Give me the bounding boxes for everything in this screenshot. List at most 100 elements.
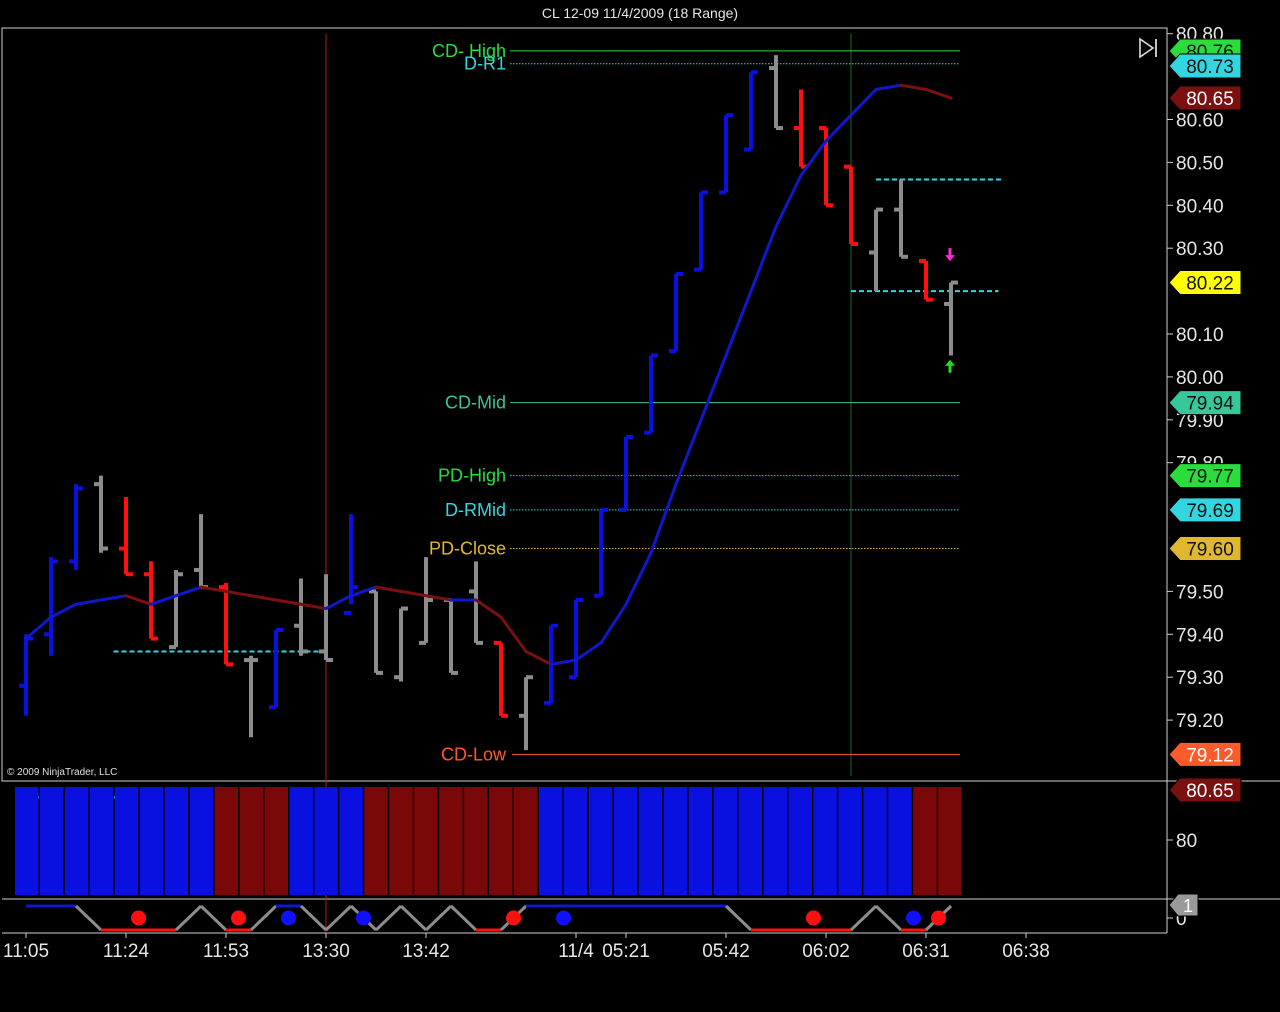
histogram-bar [538, 787, 563, 895]
price-bar[interactable] [44, 557, 58, 656]
price-bar[interactable] [644, 353, 658, 435]
price-bar[interactable] [744, 70, 758, 152]
copyright-text: © 2009 NinjaTrader, LLC [7, 767, 117, 778]
y-tick-label: 80.60 [1176, 111, 1224, 132]
ma-segment [149, 594, 178, 606]
price-tag-text: 79.60 [1186, 540, 1234, 561]
price-bar[interactable] [144, 561, 158, 641]
oscillator-segment [74, 904, 103, 932]
price-tag-text: 79.69 [1186, 501, 1234, 522]
ma-segment [799, 139, 828, 177]
histogram-bar [189, 787, 214, 895]
price-bar[interactable] [194, 514, 208, 590]
ma-segment [299, 602, 328, 611]
y-tick-label: 80.00 [1176, 368, 1224, 389]
price-bar[interactable] [494, 640, 508, 718]
x-tick-label: 11/4 [558, 941, 594, 962]
price-tag-text: 1 [1183, 896, 1193, 916]
play-to-end-icon[interactable] [1136, 36, 1160, 60]
y-tick-label: 80.30 [1176, 239, 1224, 260]
price-bar[interactable] [869, 207, 883, 292]
pivot-levels: CD- HighD-R1CD-MidPD-HighD-RMidPD-CloseC… [429, 41, 960, 764]
signal-dot-icon [231, 910, 246, 926]
x-tick-label: 06:02 [802, 941, 850, 962]
price-bar[interactable] [119, 497, 133, 577]
y-tick-label: 80 [1176, 831, 1197, 852]
x-tick-label: 11:05 [3, 941, 49, 962]
price-bar[interactable] [944, 280, 958, 356]
y-tick-label: 79.20 [1176, 711, 1224, 732]
price-bar[interactable] [444, 597, 458, 675]
price-bar[interactable] [769, 55, 783, 131]
price-tag: 80.22 [1168, 270, 1242, 296]
histogram-bar [114, 787, 139, 895]
x-tick-label: 11:53 [203, 941, 249, 962]
price-bar[interactable] [369, 589, 383, 675]
histogram-bar [15, 787, 39, 895]
histogram-bar [888, 787, 912, 895]
level-price-tag: 79.60 [1168, 536, 1242, 561]
ma-segment [274, 598, 303, 606]
x-tick-label: 13:42 [402, 941, 450, 962]
dashed-levels [26, 178, 1001, 799]
price-bar[interactable] [394, 606, 408, 682]
ma-segment [874, 83, 903, 91]
x-tick-label: 11:24 [103, 941, 150, 962]
price-bar[interactable] [19, 634, 33, 716]
level-label: D-RMid [445, 500, 506, 520]
price-bar[interactable] [294, 578, 308, 656]
y-tick-label: 80.50 [1176, 153, 1224, 174]
x-tick-label: 06:38 [1002, 941, 1050, 962]
ma-segment [249, 594, 278, 602]
price-bar[interactable] [319, 574, 333, 663]
price-bar[interactable] [619, 434, 633, 512]
histogram-bar [913, 787, 937, 895]
histogram-bar [439, 787, 463, 895]
ma-segment [824, 113, 853, 143]
ma-segment [399, 589, 428, 598]
x-tick-label: 05:42 [702, 941, 750, 962]
histogram-panel: 80 80.65 [15, 777, 1242, 895]
price-bar[interactable] [269, 628, 283, 710]
level-price-tag: 79.94 [1168, 390, 1242, 416]
histogram-bar [339, 787, 363, 895]
price-bar[interactable] [594, 507, 608, 598]
histogram-bar [863, 787, 887, 895]
price-bar[interactable] [894, 179, 908, 259]
histogram-bar [588, 787, 613, 895]
level-price-tag: 79.77 [1168, 463, 1242, 489]
signal-dot-icon [931, 910, 946, 926]
price-bar[interactable] [669, 271, 683, 354]
histogram-bar [464, 787, 488, 895]
histogram-bar [389, 787, 413, 895]
ma-segment [849, 87, 878, 117]
price-bar[interactable] [169, 569, 183, 650]
histogram-bar [164, 787, 189, 895]
y-tick-label: 79.40 [1176, 625, 1224, 646]
price-bar[interactable] [719, 113, 733, 195]
ma-segment [374, 585, 403, 593]
price-bar[interactable] [519, 675, 533, 751]
chart-area[interactable]: CD- HighD-R1CD-MidPD-HighD-RMidPD-CloseC… [0, 0, 1280, 1012]
price-tag-text: 80.22 [1186, 274, 1234, 295]
price-bar[interactable] [69, 484, 83, 570]
x-tick-label: 05:21 [602, 941, 650, 962]
signal-dot-icon [556, 910, 571, 926]
oscillator-segment [399, 904, 428, 932]
price-bar[interactable] [94, 475, 108, 553]
price-bar[interactable] [569, 597, 583, 680]
histogram-bar [314, 787, 338, 895]
ma-segment [899, 83, 928, 91]
price-bar[interactable] [244, 655, 258, 738]
price-bar[interactable] [794, 89, 808, 169]
price-bar[interactable] [419, 557, 433, 645]
price-bar[interactable] [919, 259, 933, 302]
price-tag-text: 79.94 [1186, 394, 1234, 415]
oscillator-segment [449, 904, 478, 932]
histogram-bar [364, 787, 388, 895]
signal-dot-icon [281, 910, 296, 926]
ma-segment [474, 598, 503, 619]
price-bar[interactable] [844, 164, 858, 246]
histogram-bar [688, 787, 713, 895]
price-bar[interactable] [694, 190, 708, 272]
